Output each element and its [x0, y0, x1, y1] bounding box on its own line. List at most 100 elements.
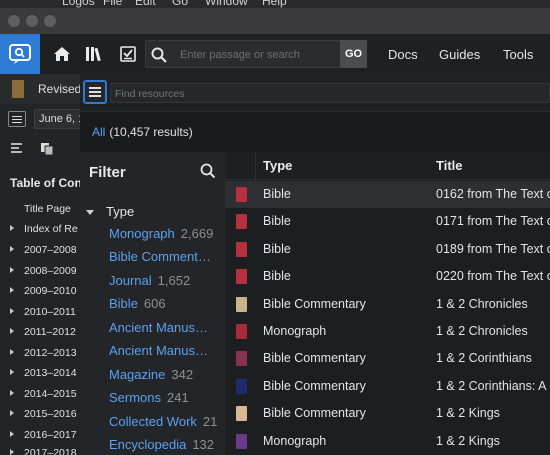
expand-arrow-icon[interactable] — [10, 410, 14, 416]
all-results-link[interactable]: All — [92, 125, 105, 139]
library-menu-button[interactable] — [83, 80, 107, 104]
expand-arrow-icon[interactable] — [10, 431, 14, 437]
menu-help[interactable]: Help — [262, 0, 287, 8]
find-resources-box[interactable] — [110, 83, 550, 103]
menu-window[interactable]: Window — [205, 0, 248, 8]
column-header-title[interactable]: Title — [436, 158, 463, 173]
filter-search-icon[interactable] — [199, 162, 217, 180]
guides-link[interactable]: Guides — [439, 47, 480, 62]
resource-tab[interactable]: Revised — [0, 74, 81, 104]
expand-arrow-icon[interactable] — [10, 267, 14, 273]
main-toolbar: GO Docs Guides Tools — [0, 34, 550, 74]
library-search-bar — [80, 74, 550, 112]
menu-file[interactable]: File — [103, 0, 122, 8]
type-facet-heading[interactable]: Type — [86, 204, 134, 219]
toc-item[interactable]: 2009–2010 — [0, 282, 80, 302]
cell-type: Bible Commentary — [263, 378, 366, 393]
zoom-window-button[interactable] — [44, 15, 56, 27]
expand-arrow-icon[interactable] — [10, 308, 14, 314]
table-row[interactable]: Monograph 1 & 2 Kings — [225, 428, 550, 455]
toc-item[interactable]: 2013–2014 — [0, 364, 80, 384]
app-window: { "menubar": { "items": ["Logos", "File"… — [0, 0, 550, 455]
menu-logos[interactable]: Logos — [62, 0, 95, 8]
results-summary: All (10,457 results) — [92, 125, 193, 139]
copy-icon[interactable] — [40, 142, 54, 156]
go-button[interactable]: GO — [340, 40, 367, 68]
cell-type: Bible — [263, 214, 291, 229]
facet-item[interactable]: Magazine 342 — [109, 367, 225, 387]
table-row[interactable]: Bible Commentary 1 & 2 Kings — [225, 400, 550, 427]
facet-item[interactable]: Ancient Manus… — [109, 320, 225, 340]
resource-cover-icon — [236, 214, 247, 230]
docs-link[interactable]: Docs — [388, 47, 418, 62]
cell-title: 1 & 2 Chronicles — [436, 296, 528, 311]
find-resources-input[interactable] — [115, 86, 515, 101]
facet-item[interactable]: Bible 606 — [109, 296, 225, 316]
checklist-icon — [120, 46, 136, 62]
cell-type: Bible — [263, 241, 291, 256]
search-icon — [151, 47, 167, 63]
facet-item[interactable]: Bible Comment… — [109, 249, 225, 269]
toc-item[interactable]: 2008–2009 — [0, 262, 80, 282]
toc-item[interactable]: 2011–2012 — [0, 323, 80, 343]
cell-title: 0220 from The Text o — [436, 269, 550, 284]
table-row[interactable]: Bible 0189 from The Text o — [225, 236, 550, 263]
toc-item[interactable]: Title Page — [0, 200, 80, 220]
library-button[interactable] — [78, 34, 110, 74]
facet-item[interactable]: Encyclopedia 132 — [109, 437, 225, 455]
table-row[interactable]: Bible 0171 from The Text o — [225, 208, 550, 235]
table-row[interactable]: Bible 0220 from The Text o — [225, 263, 550, 290]
facet-item[interactable]: Collected Work 21 — [109, 414, 225, 434]
cell-title: 1 & 2 Kings — [436, 433, 500, 448]
toc-item[interactable]: Index of Re — [0, 220, 80, 240]
expand-arrow-icon[interactable] — [10, 287, 14, 293]
table-row[interactable]: Bible Commentary 1 & 2 Corinthians: A E — [225, 373, 550, 400]
toc-item[interactable]: 2010–2011 — [0, 303, 80, 323]
passage-search-input[interactable] — [180, 46, 340, 64]
cell-title: 1 & 2 Chronicles — [436, 324, 528, 338]
toc-item[interactable]: 2007–2008 — [0, 241, 80, 261]
resource-menu-button[interactable] — [8, 111, 26, 127]
expand-arrow-icon[interactable] — [10, 328, 14, 334]
filter-panel: Filter Type Monograph 2,669 Bible Comment… — [80, 152, 225, 455]
table-row[interactable]: Bible Commentary 1 & 2 Corinthians — [225, 345, 550, 372]
minimize-window-button[interactable] — [26, 15, 38, 27]
resource-cover-icon — [236, 406, 247, 422]
facet-item[interactable]: Sermons 241 — [109, 390, 225, 410]
menu-edit[interactable]: Edit — [135, 0, 156, 8]
expand-arrow-icon[interactable] — [10, 246, 14, 252]
reference-box[interactable]: June 6, 1 — [34, 109, 84, 129]
resource-cover-icon — [236, 324, 247, 339]
expand-arrow-icon[interactable] — [10, 390, 14, 396]
table-row[interactable]: Monograph 1 & 2 Chronicles — [225, 318, 550, 345]
column-header-type[interactable]: Type — [263, 158, 292, 173]
expand-arrow-icon[interactable] — [10, 449, 14, 455]
expand-arrow-icon[interactable] — [10, 225, 14, 231]
toc-item[interactable]: 2016–2017 — [0, 426, 80, 446]
documents-button[interactable] — [112, 34, 144, 74]
facet-item[interactable]: Journal 1,652 — [109, 273, 225, 293]
close-window-button[interactable] — [8, 15, 20, 27]
expand-arrow-icon[interactable] — [10, 369, 14, 375]
facet-item[interactable]: Ancient Manus… — [109, 343, 225, 363]
filter-heading: Filter — [89, 164, 126, 181]
facet-item[interactable]: Monograph 2,669 — [109, 226, 225, 246]
tools-link[interactable]: Tools — [503, 47, 533, 62]
logos-search-button[interactable] — [0, 34, 40, 74]
expand-arrow-icon[interactable] — [10, 349, 14, 355]
cell-title: 1 & 2 Kings — [436, 406, 500, 421]
toc-item[interactable]: 2014–2015 — [0, 385, 80, 405]
resource-cover-icon — [236, 433, 247, 449]
menu-go[interactable]: Go — [172, 0, 188, 8]
resource-cover-icon — [236, 269, 247, 285]
toc-item[interactable]: 2015–2016 — [0, 405, 80, 425]
passage-search-box[interactable] — [145, 40, 367, 68]
text-format-icon[interactable] — [10, 142, 24, 156]
home-button[interactable] — [46, 34, 78, 74]
resource-tools-row — [0, 138, 80, 160]
table-row[interactable]: Bible Commentary 1 & 2 Chronicles — [225, 291, 550, 318]
toc-item[interactable]: 2012–2013 — [0, 344, 80, 364]
toc-item[interactable]: 2017–2018 — [0, 444, 80, 455]
table-row[interactable]: Bible 0162 from The Text o — [225, 181, 550, 209]
resource-cover-icon — [236, 351, 247, 367]
